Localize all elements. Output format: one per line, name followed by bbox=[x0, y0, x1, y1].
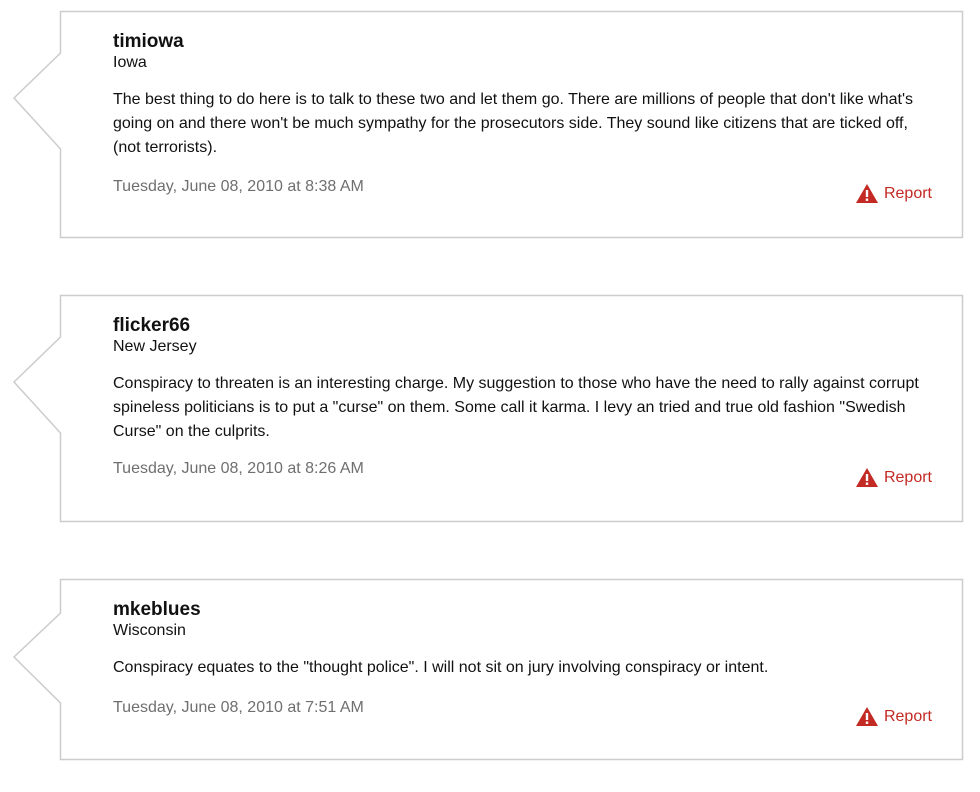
comment-content: flicker66 New Jersey Conspiracy to threa… bbox=[60, 295, 962, 444]
comment-body: The best thing to do here is to talk to … bbox=[113, 91, 914, 156]
comment-location: New Jersey bbox=[113, 338, 197, 355]
comment-body: Conspiracy equates to the "thought polic… bbox=[113, 659, 769, 676]
report-label: Report bbox=[883, 184, 932, 202]
report-button[interactable]: Report bbox=[855, 183, 932, 204]
warning-triangle-icon bbox=[855, 707, 878, 726]
report-label: Report bbox=[883, 468, 932, 486]
comment-username[interactable]: mkeblues bbox=[113, 599, 932, 621]
report-button[interactable]: Report bbox=[855, 706, 932, 727]
comment-timestamp: Tuesday, June 08, 2010 at 7:51 AM bbox=[113, 699, 364, 716]
comment-content: timiowa Iowa The best thing to do here i… bbox=[60, 11, 962, 160]
comment-timestamp: Tuesday, June 08, 2010 at 8:38 AM bbox=[113, 178, 364, 195]
warning-triangle-icon bbox=[855, 184, 878, 203]
comment-card: flicker66 New Jersey Conspiracy to threa… bbox=[12, 294, 964, 523]
comment-body: Conspiracy to threaten is an interesting… bbox=[113, 375, 919, 440]
report-label: Report bbox=[883, 707, 932, 725]
report-button[interactable]: Report bbox=[855, 467, 932, 488]
comment-timestamp: Tuesday, June 08, 2010 at 8:26 AM bbox=[113, 460, 364, 477]
comment-location: Iowa bbox=[113, 54, 147, 71]
comment-username[interactable]: flicker66 bbox=[113, 315, 932, 337]
comment-content: mkeblues Wisconsin Conspiracy equates to… bbox=[60, 579, 962, 680]
comment-username[interactable]: timiowa bbox=[113, 31, 932, 53]
comment-card: timiowa Iowa The best thing to do here i… bbox=[12, 10, 964, 239]
comment-location: Wisconsin bbox=[113, 622, 186, 639]
comment-card: mkeblues Wisconsin Conspiracy equates to… bbox=[12, 578, 964, 761]
warning-triangle-icon bbox=[855, 468, 878, 487]
